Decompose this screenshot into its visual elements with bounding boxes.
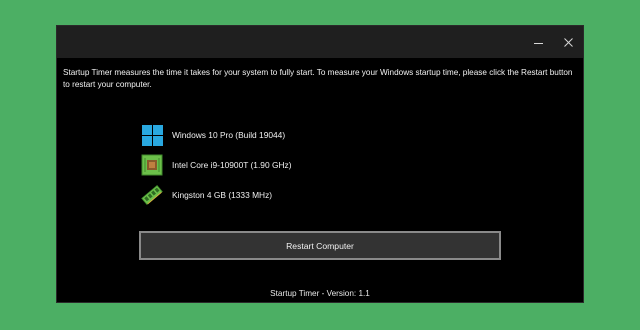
minimize-button[interactable] (523, 26, 553, 58)
os-info-row: Windows 10 Pro (Build 19044) (141, 124, 285, 146)
ram-module-icon (141, 184, 163, 206)
windows-logo-icon (141, 124, 163, 146)
close-button[interactable] (553, 26, 583, 58)
restart-computer-button[interactable]: Restart Computer (139, 231, 501, 260)
title-bar[interactable] (57, 26, 583, 58)
close-icon (563, 37, 573, 47)
description-text: Startup Timer measures the time it takes… (63, 68, 573, 89)
version-footer: Startup Timer - Version: 1.1 (270, 289, 370, 298)
os-label: Windows 10 Pro (Build 19044) (172, 130, 286, 140)
ram-info-row: Kingston 4 GB (1333 MHz) (141, 184, 272, 206)
startup-timer-window: Startup Timer measures the time it takes… (56, 25, 584, 303)
cpu-chip-icon (141, 154, 163, 176)
cpu-info-row: Intel Core i9-10900T (1.90 GHz) (141, 154, 291, 176)
cpu-label: Intel Core i9-10900T (1.90 GHz) (172, 160, 292, 170)
ram-label: Kingston 4 GB (1333 MHz) (172, 190, 273, 200)
minimize-icon (533, 42, 543, 44)
